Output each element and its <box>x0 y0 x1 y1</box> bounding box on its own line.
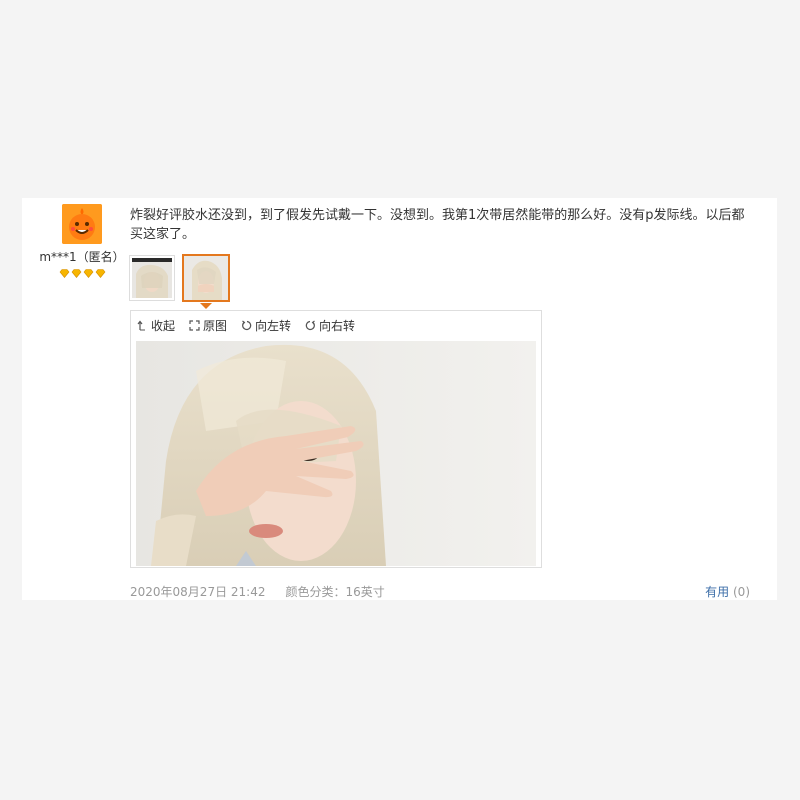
review-meta: 2020年08月27日 21:42 颜色分类：16英寸 <box>130 583 385 600</box>
rotate-right-button[interactable]: 向右转 <box>305 317 355 334</box>
rotate-left-icon <box>242 320 252 330</box>
review-body: 炸裂好评胶水还没到，到了假发先试戴一下。没想到。我第1次带居然能带的那么好。没有… <box>130 206 750 568</box>
photo-viewer: 收起 原图 向左转 向右转 <box>130 310 542 568</box>
selected-thumbnail-arrow <box>200 303 212 309</box>
review-card: m***1（匿名） 炸裂好评胶水还没到，到了假发先试戴一下。没想到。我第1次带居… <box>22 198 777 600</box>
review-photo-image <box>136 341 536 566</box>
rotate-right-label: 向右转 <box>319 318 356 333</box>
thumbnail-image-1 <box>132 258 172 298</box>
review-thumbnails <box>130 254 750 304</box>
original-image-label: 原图 <box>203 318 228 333</box>
diamond-icon <box>59 269 69 278</box>
thumbnail-image-2 <box>184 256 228 300</box>
diamond-icon <box>95 269 105 278</box>
reviewer-name: m***1（匿名） <box>39 250 125 264</box>
viewer-toolbar: 收起 原图 向左转 向右转 <box>131 311 541 339</box>
useful-vote: 有用 (0) <box>705 583 750 600</box>
vip-level-badges <box>32 269 132 278</box>
collapse-label: 收起 <box>151 318 176 333</box>
fullscreen-icon <box>189 319 200 331</box>
review-text: 炸裂好评胶水还没到，到了假发先试戴一下。没想到。我第1次带居然能带的那么好。没有… <box>130 208 745 242</box>
diamond-icon <box>83 269 93 278</box>
review-photo-thumbnail[interactable] <box>130 256 174 300</box>
rotate-left-label: 向左转 <box>255 318 292 333</box>
review-date: 2020年08月27日 21:42 <box>130 585 266 599</box>
collapse-button[interactable]: 收起 <box>137 317 175 334</box>
avatar[interactable] <box>62 204 102 244</box>
original-image-button[interactable]: 原图 <box>189 317 227 334</box>
rotate-right-icon <box>305 320 315 330</box>
enlarged-review-photo[interactable] <box>136 341 536 566</box>
rotate-left-button[interactable]: 向左转 <box>241 317 291 334</box>
useful-count: (0) <box>733 585 750 599</box>
mascot-avatar-icon <box>62 204 102 244</box>
collapse-arrow-icon <box>137 320 145 330</box>
useful-button[interactable]: 有用 <box>705 585 729 599</box>
review-photo-thumbnail-selected[interactable] <box>182 254 230 302</box>
diamond-icon <box>71 269 81 278</box>
sku-info: 颜色分类：16英寸 <box>285 585 385 599</box>
reviewer-info: m***1（匿名） <box>32 204 132 278</box>
